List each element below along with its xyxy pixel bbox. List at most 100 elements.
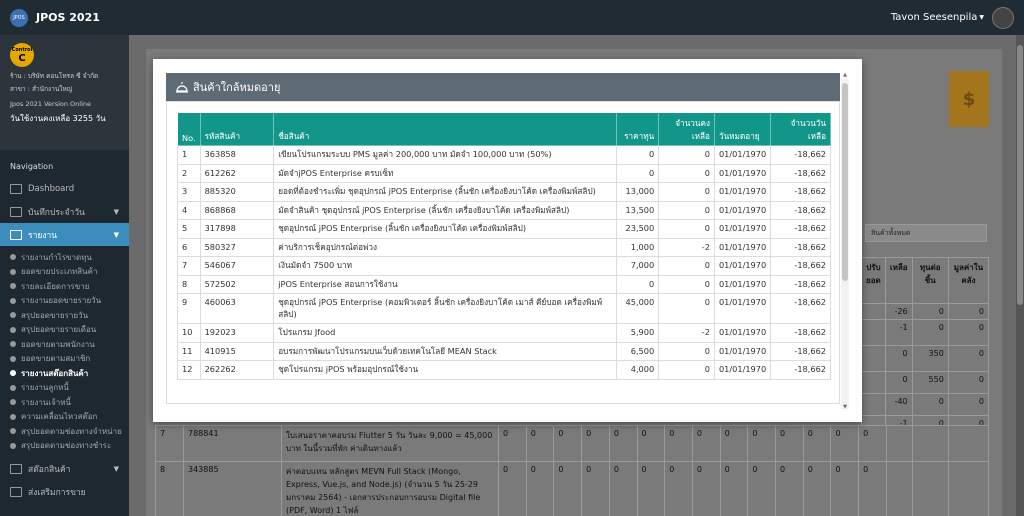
cell-expiry: 01/01/1970 xyxy=(713,256,772,276)
cell: 350 xyxy=(911,345,949,372)
app-logo[interactable]: JPOS xyxy=(10,8,28,27)
cell: 0 xyxy=(581,461,610,516)
cell: 550 xyxy=(911,371,949,394)
sidebar-item-label: ส่งเสริมการขาย xyxy=(28,487,86,498)
report-item[interactable]: ยอดขายประเภทสินค้า xyxy=(0,265,129,280)
report-item[interactable]: รายงานยอดขายรายวัน xyxy=(0,294,129,309)
sidebar-item-promotion[interactable]: ส่งเสริมการขาย xyxy=(0,480,129,503)
cell-expiry: 01/01/1970 xyxy=(713,274,772,294)
cell-no: 8 xyxy=(177,274,201,294)
user-name[interactable]: Tavon Seesenpila xyxy=(891,12,978,23)
cell-expiry: 01/01/1970 xyxy=(713,323,772,343)
page-scroll-thumb[interactable] xyxy=(1017,45,1023,305)
report-item[interactable]: สรุปยอดขายรายเดือน xyxy=(0,323,129,338)
report-item[interactable]: รายงานเจ้าหนี้ xyxy=(0,395,129,410)
cell: 0 xyxy=(719,425,749,462)
cell-remaining: 0 xyxy=(658,341,715,361)
chevron-down-icon: ▼ xyxy=(113,207,119,216)
modal-scroll-thumb[interactable] xyxy=(842,83,848,281)
box-icon xyxy=(10,463,22,474)
report-item[interactable]: ยอดขายตามพนักงาน xyxy=(0,337,129,352)
cell-no: 7 xyxy=(177,256,201,276)
report-item[interactable]: สรุปยอดขายรายวัน xyxy=(0,308,129,323)
col-remaining: จำนวนคงเหลือ xyxy=(658,112,715,146)
cell: 0 xyxy=(911,393,949,416)
report-item[interactable]: รายละเอียดการขาย xyxy=(0,279,129,294)
report-item[interactable]: สรุปยอดตามช่องทางจำหน่าย xyxy=(0,424,129,439)
report-item[interactable]: ความเคลื่อนไหวสต๊อก xyxy=(0,410,129,425)
sidebar-item-reports[interactable]: รายงาน ▼ xyxy=(0,223,129,246)
cell-no: 11 xyxy=(177,341,201,361)
report-item[interactable]: รายงานลูกหนี้ xyxy=(0,381,129,396)
chevron-down-icon: ▼ xyxy=(113,464,119,473)
cell-cost: 7,000 xyxy=(616,256,660,276)
cell: 7 xyxy=(155,425,184,462)
circle-icon xyxy=(10,283,16,290)
cell-no: 5 xyxy=(177,219,201,239)
cell: 0 xyxy=(664,425,693,462)
cell-code: 572502 xyxy=(199,274,275,294)
cell-expiry: 01/01/1970 xyxy=(713,145,772,165)
col-header: ทุนต่อ ชิ้น xyxy=(911,257,949,304)
table-row: 9 460063 ชุดอุปกรณ์ jPOS Enterprise (คอมพิ… xyxy=(177,293,831,324)
cell-name: jPOS Enterprise สอนการใช้งาน xyxy=(273,274,618,294)
user-menu[interactable]: Tavon Seesenpila ▼ xyxy=(891,6,1014,29)
page-scrollbar[interactable] xyxy=(1016,35,1024,516)
report-item-stock-active[interactable]: รายงานสต๊อกสินค้า xyxy=(0,366,129,381)
cell-cost: 0 xyxy=(616,163,660,183)
report-item-label: ยอดขายประเภทสินค้า xyxy=(21,267,98,277)
circle-icon xyxy=(10,341,16,348)
table-row: 4 868868 มัดจำสินค้า ชุดอุปกรณ์ jPOS Enter… xyxy=(177,200,831,220)
report-item[interactable]: ยอดขายตามสมาชิก xyxy=(0,352,129,367)
avatar[interactable] xyxy=(992,6,1014,29)
cell-days-left: -18,662 xyxy=(770,200,831,220)
sidebar-item-daily[interactable]: บันทึกประจำวัน ▼ xyxy=(0,200,129,223)
table-row: 1 363858 เขียนโปรแกรมระบบ PMS มูลค่า 200,0… xyxy=(177,145,831,165)
cell: -1 xyxy=(884,319,913,346)
nav-heading: Navigation xyxy=(10,162,54,171)
report-item[interactable]: สรุปยอดตามช่องทางชำระ xyxy=(0,439,129,454)
table-row: 0 550 0 xyxy=(861,371,990,394)
cell-name: มัดจำjPOS Enterprise ครบเซ็ท xyxy=(273,163,618,183)
sidebar-item-label: สต๊อกสินค้า xyxy=(28,464,71,475)
report-item[interactable]: รายงานกำไรขาดทุน xyxy=(0,250,129,265)
cell-remaining: 0 xyxy=(658,256,715,276)
sidebar-item-stock[interactable]: สต๊อกสินค้า ▼ xyxy=(0,457,129,480)
col-cost: ราคาทุน xyxy=(616,112,660,146)
cell-expiry: 01/01/1970 xyxy=(713,237,772,257)
cell-name: ยอดที่ต้องชำระเพิ่ม ชุดอุปกรณ์ jPOS Ente… xyxy=(273,182,618,202)
circle-icon xyxy=(10,370,16,377)
sidebar-item-dashboard[interactable]: Dashboard xyxy=(0,177,129,200)
cell-no: 4 xyxy=(177,200,201,220)
modal-scrollbar[interactable]: ▲ ▼ xyxy=(841,72,849,411)
col-days-left: จำนวนวันเหลือ xyxy=(770,112,831,146)
table-row: 5 317898 ชุดอุปกรณ์ jPOS Enterprise (ลิ้นช… xyxy=(177,219,831,239)
cell-days-left: -18,662 xyxy=(770,163,831,183)
cell-remaining: 0 xyxy=(658,163,715,183)
cell-remaining: 0 xyxy=(658,200,715,220)
scroll-up-icon[interactable]: ▲ xyxy=(841,71,849,79)
cell-remaining: -2 xyxy=(658,323,715,343)
cell-remaining: 0 xyxy=(658,182,715,202)
cell-name: ชุดอุปกรณ์ jPOS Enterprise (คอมพิวเตอร์ … xyxy=(273,293,618,324)
cell: 0 xyxy=(802,461,832,516)
cell: 0 xyxy=(775,425,804,462)
table-row: 12 262262 ชุดโปรแกรม jPOS พร้อมอุปกรณ์ใช้ง… xyxy=(177,360,831,380)
product-filter-select[interactable]: สินค้าทั้งหมด xyxy=(865,224,987,242)
shop-badge: Control C xyxy=(10,43,34,67)
cell-cost: 1,000 xyxy=(616,237,660,257)
table-row: 11 410915 อบรมการพัฒนาโปรแกรมบนเว็บด้วยเทค… xyxy=(177,341,831,361)
cell-name: เงินมัดจำ 7500 บาท xyxy=(273,256,618,276)
scroll-down-icon[interactable]: ▼ xyxy=(841,403,849,411)
cell-no: 10 xyxy=(177,323,201,343)
cell-expiry: 01/01/1970 xyxy=(713,219,772,239)
cell-code: 612262 xyxy=(199,163,275,183)
table-row: 8 343885 ค่าตอบแทน หลักสูตร MEVN Full St… xyxy=(155,461,989,516)
table-row: -1 0 0 xyxy=(861,319,990,346)
cell: 0 xyxy=(608,425,638,462)
cell: 343885 xyxy=(183,461,282,516)
cell-no: 2 xyxy=(177,163,201,183)
report-item-label: รายงานสต๊อกสินค้า xyxy=(21,368,89,378)
sidebar-item-label: Dashboard xyxy=(28,183,75,194)
app-name[interactable]: JPOS 2021 xyxy=(36,11,100,24)
